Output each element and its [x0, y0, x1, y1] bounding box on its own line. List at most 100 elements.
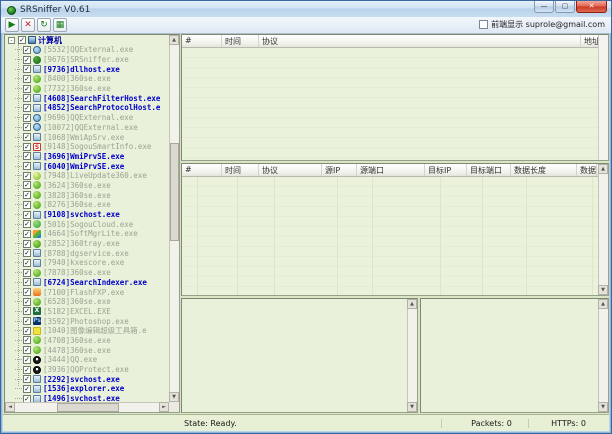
tree-item-process[interactable]: ✓ [1496]svchost.exe — [5, 394, 169, 402]
process-checkbox[interactable]: ✓ — [23, 327, 31, 335]
scroll-up-icon[interactable]: ▲ — [407, 299, 417, 309]
tree-item-process[interactable]: ✓ [4478]360se.exe — [5, 345, 169, 355]
tree-item-process[interactable]: ✓ [7940]kxescore.exe — [5, 258, 169, 268]
tree-item-process[interactable]: ✓ [3828]360se.exe — [5, 190, 169, 200]
save-capture-icon[interactable]: ▦ — [53, 18, 67, 32]
tree-item-process[interactable]: ✓ [2292]svchost.exe — [5, 374, 169, 384]
tree-item-process[interactable]: ✓ [5532]QQExternal.exe — [5, 45, 169, 55]
process-checkbox[interactable]: ✓ — [23, 46, 31, 54]
scroll-up-icon[interactable]: ▲ — [169, 35, 179, 45]
tree-item-process[interactable]: ✓ [3624]360se.exe — [5, 181, 169, 191]
tree-item-process[interactable]: ✓ [3936]QQProtect.exe — [5, 365, 169, 375]
tree-item-process[interactable]: ✓ S [9148]SogouSmartInfo.exe — [5, 142, 169, 152]
process-checkbox[interactable]: ✓ — [23, 375, 31, 383]
process-checkbox[interactable]: ✓ — [23, 317, 31, 325]
tree-item-process[interactable]: ✓ [4664]SoftMgrLite.exe — [5, 229, 169, 239]
process-checkbox[interactable]: ✓ — [23, 143, 31, 151]
column-header[interactable]: 数据长度 — [511, 164, 577, 176]
column-header[interactable]: 协议 — [259, 164, 322, 176]
column-header[interactable]: 数据 — [577, 164, 597, 176]
process-checkbox[interactable]: ✓ — [23, 366, 31, 374]
tree-item-process[interactable]: ✓ [9736]dllhost.exe — [5, 64, 169, 74]
close-button[interactable]: ✕ — [576, 1, 607, 13]
tree-item-process[interactable]: ✓ [4852]SearchProtocolHost.e — [5, 103, 169, 113]
column-header[interactable]: 目标IP — [425, 164, 467, 176]
scroll-up-icon[interactable]: ▲ — [598, 299, 608, 309]
scroll-down-icon[interactable]: ▼ — [407, 402, 417, 412]
column-header[interactable]: # — [182, 35, 222, 47]
tree-scrollbar-thumb[interactable] — [170, 143, 179, 241]
tree-item-process[interactable]: ✓ [3444]QQ.exe — [5, 355, 169, 365]
stop-capture-icon[interactable]: ✕ — [21, 18, 35, 32]
raw-data-panel[interactable]: ▲ ▼ — [181, 298, 418, 413]
tree-item-process[interactable]: ✓ [9108]svchost.exe — [5, 210, 169, 220]
process-checkbox[interactable]: ✓ — [23, 356, 31, 364]
process-checkbox[interactable]: ✓ — [23, 211, 31, 219]
process-checkbox[interactable]: ✓ — [23, 65, 31, 73]
tree-item-process[interactable]: ✓ [7100]FlashFXP.exe — [5, 287, 169, 297]
tree-item-process[interactable]: ✓ [8276]360se.exe — [5, 200, 169, 210]
scroll-up-icon[interactable]: ▲ — [598, 164, 608, 174]
root-checkbox[interactable]: ✓ — [18, 36, 26, 44]
scroll-left-icon[interactable]: ◄ — [5, 402, 15, 412]
process-checkbox[interactable]: ✓ — [23, 75, 31, 83]
request-table-scrollbar-track[interactable] — [598, 35, 608, 160]
tree-item-process[interactable]: ✓ [1040]图像编辑超级工具箱.e — [5, 326, 169, 336]
tree-root-computer[interactable]: - ✓ 计算机 — [5, 35, 169, 45]
tree-item-process[interactable]: ✓ [2852]360tray.exe — [5, 239, 169, 249]
refresh-process-list-icon[interactable]: ↻ — [37, 18, 51, 32]
scroll-down-icon[interactable]: ▼ — [169, 392, 179, 402]
tree-item-process[interactable]: ✓ [1068]WmiApSrv.exe — [5, 132, 169, 142]
tree-item-process[interactable]: ✓ [4708]360se.exe — [5, 336, 169, 346]
column-header[interactable]: 源端口 — [357, 164, 425, 176]
tree-vertical-scrollbar[interactable]: ▲ ▼ — [169, 35, 179, 402]
process-checkbox[interactable]: ✓ — [23, 269, 31, 277]
tree-hscrollbar-thumb[interactable] — [57, 403, 119, 412]
tree-item-process[interactable]: ✓ [8788]dgservice.exe — [5, 248, 169, 258]
decoded-data-panel[interactable]: ▲ ▼ — [420, 298, 609, 413]
request-table-body[interactable] — [182, 48, 608, 160]
tree-horizontal-scrollbar[interactable]: ◄ ► — [5, 402, 169, 412]
column-header[interactable]: 时间 — [222, 164, 259, 176]
minimize-button[interactable]: — — [534, 1, 554, 13]
raw-data-vertical-scrollbar[interactable]: ▲ ▼ — [407, 299, 417, 412]
frontend-display-checkbox[interactable] — [479, 20, 488, 29]
decoded-data-vertical-scrollbar[interactable]: ▲ ▼ — [598, 299, 608, 412]
tree-item-process[interactable]: ✓ [9696]QQExternal.exe — [5, 113, 169, 123]
start-capture-icon[interactable]: ▶ — [5, 18, 19, 32]
tree-item-process[interactable]: ✓ [10072]QQExternal.exe — [5, 123, 169, 133]
process-checkbox[interactable]: ✓ — [23, 336, 31, 344]
process-checkbox[interactable]: ✓ — [23, 395, 31, 402]
process-checkbox[interactable]: ✓ — [23, 201, 31, 209]
column-header[interactable]: 源IP — [322, 164, 357, 176]
tree-item-process[interactable]: ✓ [7878]360se.exe — [5, 268, 169, 278]
process-checkbox[interactable]: ✓ — [23, 133, 31, 141]
tree-item-process[interactable]: ✓ [7948]LiveUpdate360.exe — [5, 171, 169, 181]
tree-item-process[interactable]: ✓ [6040]WmiPrvSE.exe — [5, 161, 169, 171]
tree-item-process[interactable]: ✓ [9676]SRSniffer.exe — [5, 55, 169, 65]
process-checkbox[interactable]: ✓ — [23, 104, 31, 112]
tree-item-process[interactable]: ✓ X [5182]EXCEL.EXE — [5, 307, 169, 317]
process-checkbox[interactable]: ✓ — [23, 56, 31, 64]
process-checkbox[interactable]: ✓ — [23, 259, 31, 267]
process-checkbox[interactable]: ✓ — [23, 249, 31, 257]
process-checkbox[interactable]: ✓ — [23, 162, 31, 170]
process-checkbox[interactable]: ✓ — [23, 114, 31, 122]
process-checkbox[interactable]: ✓ — [23, 152, 31, 160]
collapse-icon[interactable]: - — [8, 37, 15, 44]
process-checkbox[interactable]: ✓ — [23, 307, 31, 315]
process-checkbox[interactable]: ✓ — [23, 288, 31, 296]
title-bar[interactable]: SRSniffer V0.61 — ▢ ✕ — [1, 1, 611, 17]
tree-item-process[interactable]: ✓ [4608]SearchFilterHost.exe — [5, 93, 169, 103]
maximize-button[interactable]: ▢ — [555, 1, 575, 13]
tree-item-process[interactable]: ✓ [8400]360se.exe — [5, 74, 169, 84]
column-header[interactable]: 目标端口 — [467, 164, 511, 176]
scroll-right-icon[interactable]: ► — [159, 402, 169, 412]
process-checkbox[interactable]: ✓ — [23, 85, 31, 93]
process-checkbox[interactable]: ✓ — [23, 230, 31, 238]
process-checkbox[interactable]: ✓ — [23, 240, 31, 248]
packet-table-vertical-scrollbar[interactable]: ▲ ▼ — [598, 164, 608, 295]
process-checkbox[interactable]: ✓ — [23, 94, 31, 102]
scroll-down-icon[interactable]: ▼ — [598, 285, 608, 295]
tree-item-process[interactable]: ✓ [1536]explorer.exe — [5, 384, 169, 394]
